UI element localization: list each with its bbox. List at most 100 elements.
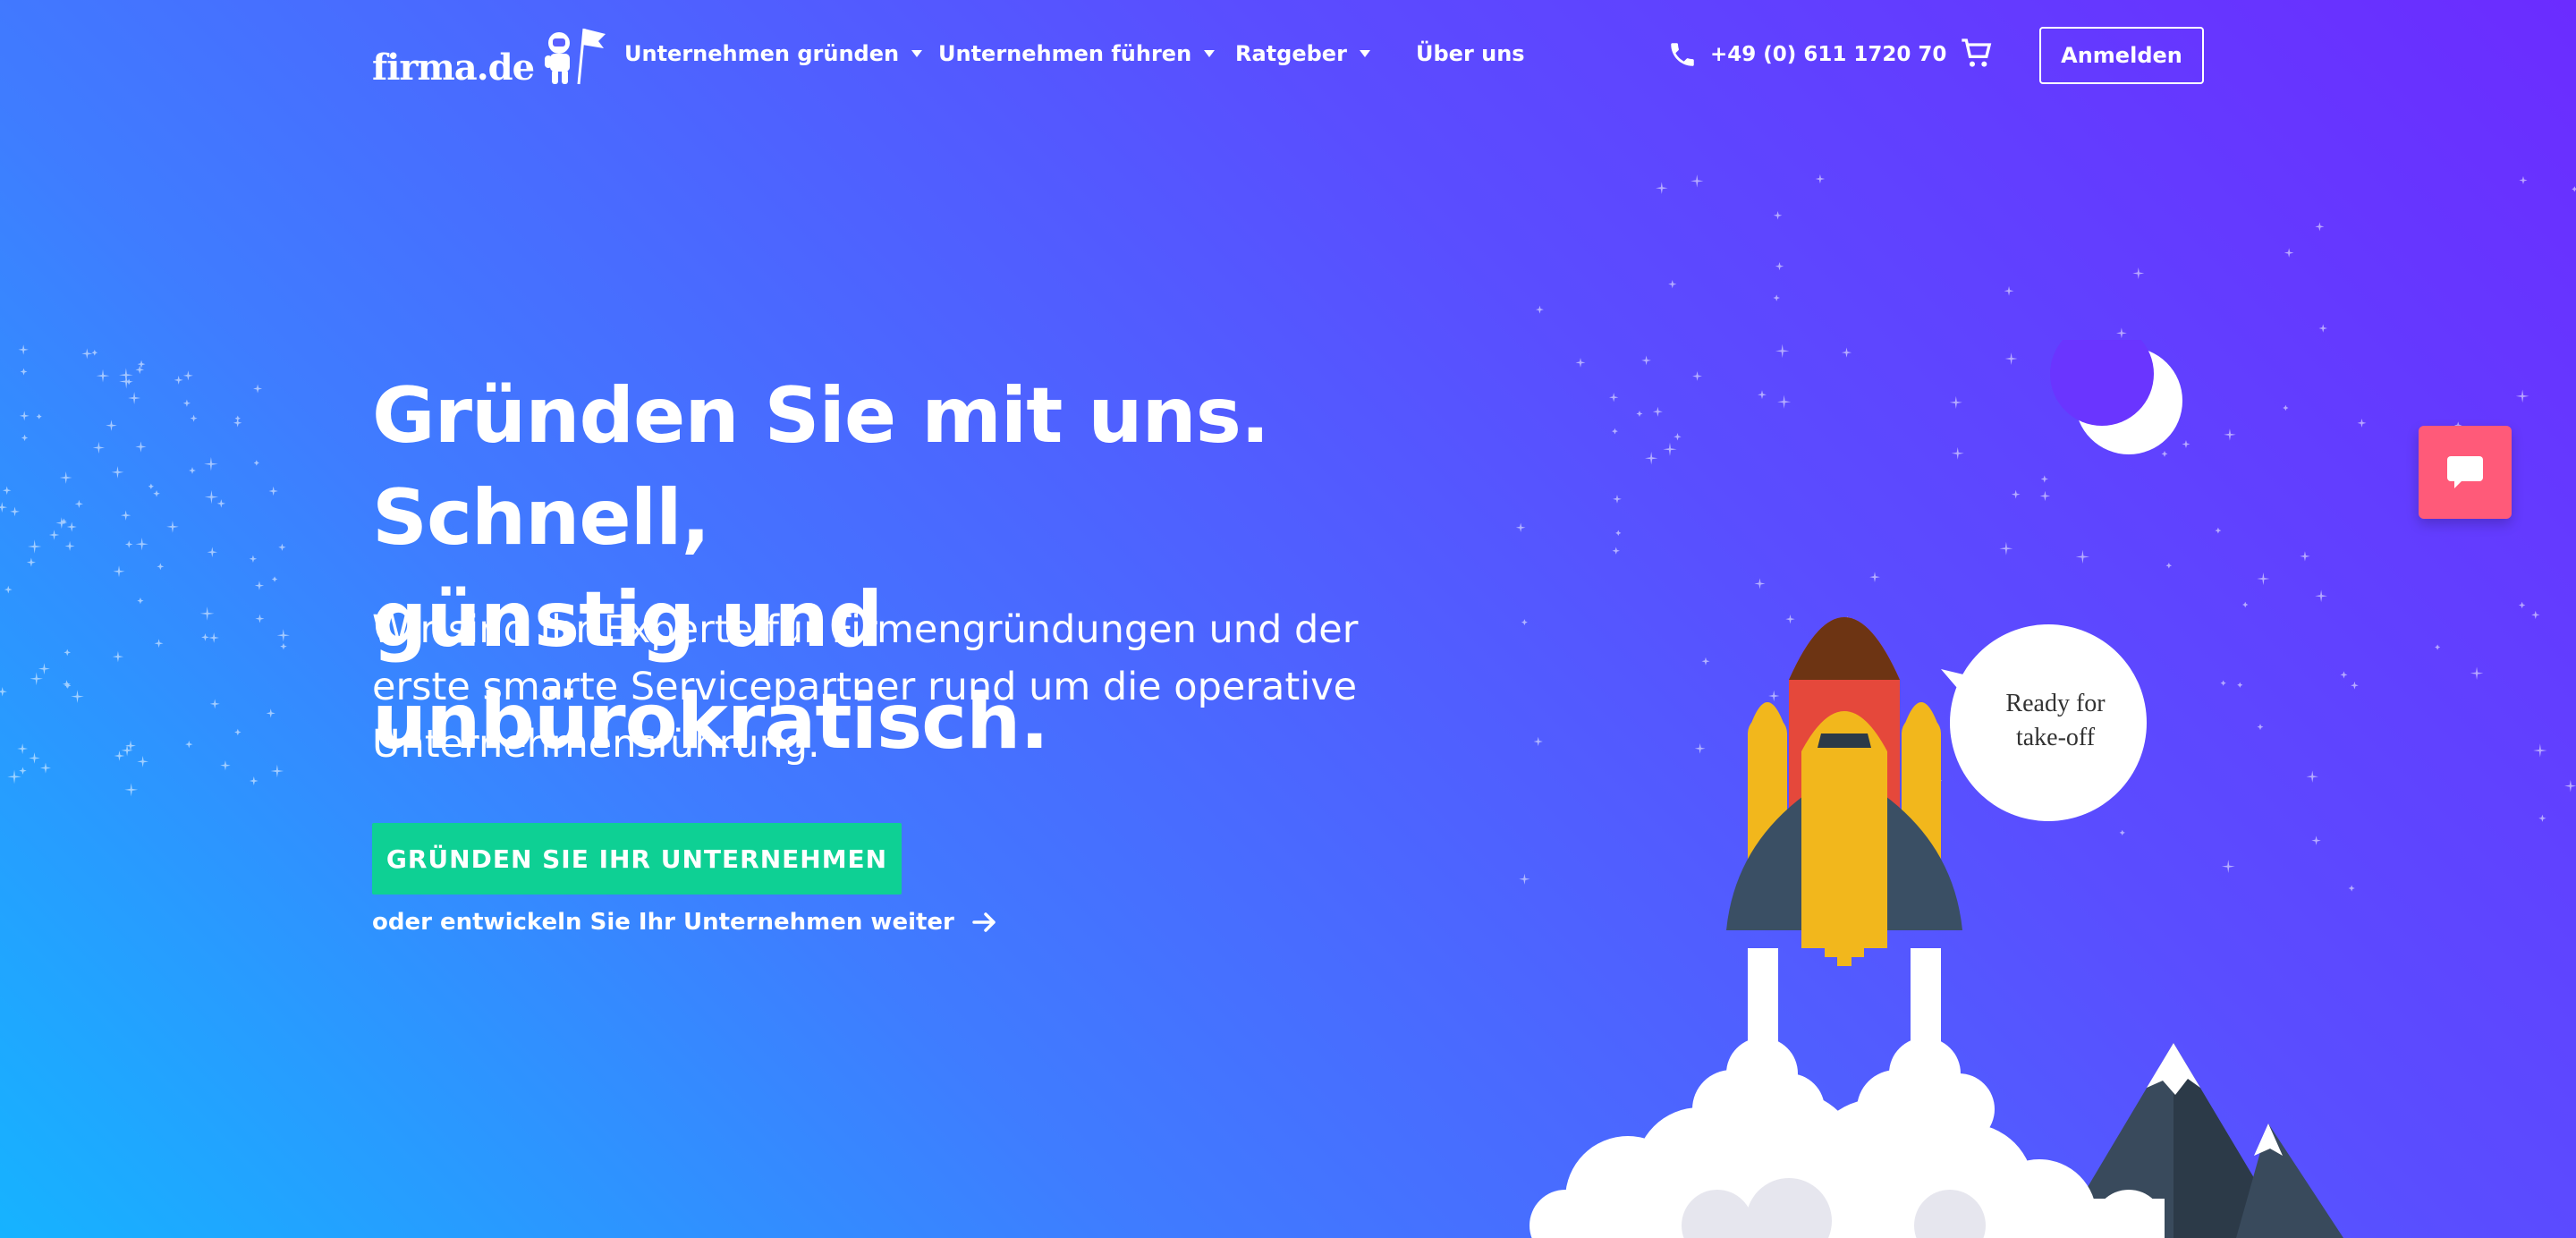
star-icon: [1773, 294, 1780, 301]
star-icon: [39, 762, 52, 774]
star-icon: [153, 490, 160, 497]
star-icon: [135, 538, 148, 551]
star-icon: [1668, 280, 1677, 289]
star-icon: [182, 370, 193, 381]
star-icon: [106, 420, 117, 431]
develop-company-link[interactable]: oder entwickeln Sie Ihr Unternehmen weit…: [372, 909, 997, 936]
login-button[interactable]: Anmelden: [2039, 27, 2204, 84]
star-icon: [66, 521, 77, 532]
star-icon: [62, 680, 72, 689]
star-icon: [207, 547, 218, 558]
subtext-line-3: Unternehmensführung.: [372, 722, 820, 767]
star-icon: [0, 502, 8, 513]
star-icon: [2572, 186, 2576, 192]
cta-button[interactable]: GRÜNDEN SIE IHR UNTERNEHMEN: [372, 823, 902, 895]
star-icon: [55, 517, 68, 530]
chevron-down-icon: [911, 50, 923, 57]
star-icon: [2518, 601, 2526, 609]
develop-company-label: oder entwickeln Sie Ihr Unternehmen weit…: [372, 909, 954, 936]
bubble-line-2: take-off: [2015, 724, 2096, 751]
phone-number: +49 (0) 611 1720 70: [1710, 43, 1947, 66]
star-icon: [137, 360, 146, 369]
star-icon: [38, 663, 50, 675]
star-icon: [2519, 175, 2528, 185]
chevron-down-icon: [1359, 50, 1370, 57]
star-icon: [233, 419, 242, 428]
star-icon: [2004, 285, 2014, 296]
cart-icon: [1962, 38, 1992, 67]
star-icon: [278, 543, 286, 551]
hero-subtext: Wir sind Ihr Experte für Firmengründunge…: [372, 601, 1499, 773]
star-icon: [185, 741, 193, 749]
star-icon: [234, 728, 242, 736]
star-icon: [17, 743, 29, 754]
star-icon: [21, 434, 29, 442]
nav-unternehmen-gruenden[interactable]: Unternehmen gründen: [624, 41, 923, 66]
phone-icon: [1671, 43, 1694, 66]
star-icon: [190, 414, 198, 422]
star-icon: [1535, 305, 1544, 314]
star-icon: [64, 649, 72, 657]
star-icon: [2132, 267, 2145, 280]
star-icon: [137, 755, 149, 767]
star-icon: [59, 471, 72, 484]
star-icon: [2538, 814, 2546, 822]
star-icon: [1690, 174, 1704, 188]
star-icon: [135, 441, 147, 453]
speech-bubble-text: Ready for take-off: [1975, 687, 2136, 755]
logo[interactable]: firma.de: [372, 25, 611, 86]
bubble-line-1: Ready for: [2005, 690, 2106, 717]
headline-line-1: Gründen Sie mit uns. Schnell,: [372, 371, 1270, 563]
star-icon: [114, 750, 125, 761]
star-icon: [2470, 666, 2484, 681]
star-icon: [249, 776, 258, 785]
astronaut-flag-icon: [545, 28, 606, 85]
chat-button[interactable]: [2419, 426, 2512, 519]
subtext-line-1: Wir sind Ihr Experte für Firmengründunge…: [372, 607, 1359, 652]
nav-ueber-uns[interactable]: Über uns: [1416, 41, 1525, 66]
star-icon: [204, 456, 218, 471]
cart-button[interactable]: [1959, 36, 1995, 75]
star-icon: [2318, 324, 2327, 333]
star-icon: [1775, 262, 1784, 271]
star-icon: [74, 499, 83, 508]
star-icon: [276, 629, 290, 642]
star-icon: [266, 708, 275, 718]
star-icon: [128, 392, 141, 405]
star-icon: [36, 413, 42, 420]
star-icon: [220, 759, 231, 771]
nav-ratgeber[interactable]: Ratgeber: [1235, 41, 1370, 66]
star-icon: [270, 764, 284, 778]
star-icon: [148, 483, 154, 489]
nav-label: Unternehmen führen: [938, 41, 1192, 66]
phone-link[interactable]: +49 (0) 611 1720 70: [1667, 39, 1946, 70]
star-icon: [2515, 389, 2529, 403]
chevron-down-icon: [1204, 50, 1216, 57]
chat-icon: [2447, 456, 2483, 488]
star-icon: [1815, 174, 1826, 184]
star-icon: [268, 486, 278, 496]
star-icon: [64, 682, 72, 690]
star-icon: [64, 540, 75, 552]
star-icon: [255, 614, 265, 623]
arrow-right-icon: [972, 912, 996, 932]
star-icon: [280, 642, 287, 650]
star-icon: [271, 576, 278, 582]
star-icon: [29, 752, 40, 764]
star-icon: [27, 539, 42, 554]
star-icon: [20, 368, 28, 376]
star-icon: [189, 467, 196, 474]
star-icon: [2531, 610, 2540, 620]
star-icon: [30, 672, 43, 686]
star-icon: [201, 633, 209, 641]
nav-label: Ratgeber: [1235, 41, 1347, 66]
star-icon: [1773, 211, 1783, 220]
star-icon: [91, 350, 98, 356]
star-icon: [1656, 182, 1668, 194]
star-icon: [154, 639, 164, 649]
star-icon: [254, 581, 265, 590]
nav-unternehmen-fuehren[interactable]: Unternehmen führen: [938, 41, 1216, 66]
star-icon: [10, 506, 20, 517]
star-icon: [71, 690, 84, 703]
star-icon: [112, 650, 124, 663]
